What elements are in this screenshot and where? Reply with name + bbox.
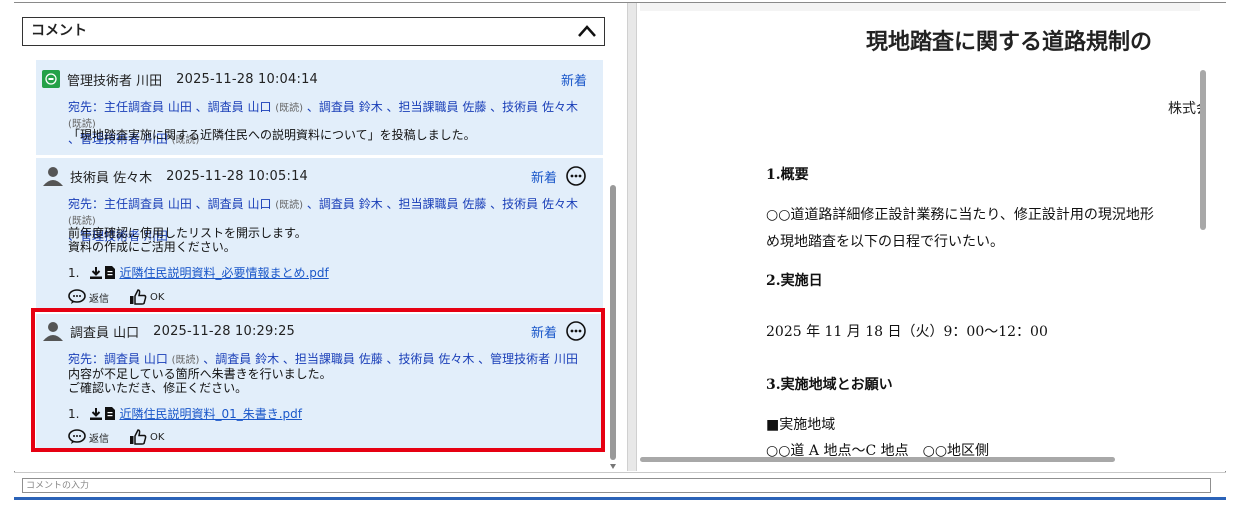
comment-card: 調査員 山口 2025-11-28 10:29:25 新着 宛先：調査員 山口 …: [36, 314, 603, 450]
comment-timestamp: 2025-11-28 10:04:14: [176, 71, 319, 87]
comment-card: 管理技術者 川田 2025-11-28 10:04:14 新着 宛先：主任調査員…: [36, 60, 603, 155]
more-options-icon[interactable]: [565, 320, 587, 342]
chevron-up-icon[interactable]: [576, 22, 598, 40]
comment-header: 技術員 佐々木 2025-11-28 10:05:14 新着: [42, 166, 595, 186]
doc-paragraph: ○○道道路詳細修正設計業務に当たり、修正設計用の現況地形: [766, 207, 1154, 223]
bottom-accent-bar: [14, 497, 1226, 500]
speech-bubble-icon: [68, 429, 86, 444]
user-avatar-icon: [43, 167, 63, 186]
document-title: 現地踏査に関する道路規制の: [866, 29, 1153, 55]
new-badge: 新着: [560, 73, 587, 89]
comment-actions: 返信 OK: [68, 429, 184, 445]
comment-header: 管理技術者 川田 2025-11-28 10:04:14 新着: [42, 69, 595, 89]
file-icon: [105, 407, 116, 420]
viewer-edge: [1205, 3, 1226, 471]
speech-bubble-icon: [68, 289, 86, 304]
download-icon[interactable]: [89, 266, 103, 280]
comment-author: 管理技術者 川田: [67, 73, 163, 89]
recipient-list: 宛先：調査員 山口 (既読) 、調査員 鈴木 、担当課職員 佐藤 、技術員 佐々…: [68, 352, 579, 366]
reply-button[interactable]: 返信: [68, 429, 109, 445]
download-icon[interactable]: [89, 407, 103, 421]
comment-input[interactable]: [22, 478, 1211, 493]
comment-timestamp: 2025-11-28 10:05:14: [166, 168, 309, 184]
attachment-item: 1. 近隣住民説明資料_01_朱書き.pdf: [68, 405, 302, 422]
comment-scrollbar-thumb[interactable]: [610, 185, 616, 460]
comment-body: 内容が不足している箇所へ朱書きを行いました。: [68, 367, 332, 381]
doc-heading: 1.概要: [766, 167, 809, 183]
doc-area-label: ■実施地域: [766, 417, 836, 433]
ok-button[interactable]: OK: [129, 429, 164, 445]
comment-body: 前年度確認に使用したリストを開示します。: [68, 226, 307, 240]
thumbs-up-icon: [130, 429, 147, 445]
document-scrollbar-thumb[interactable]: [1200, 70, 1206, 230]
comment-body: 資料の作成にご活用ください。: [68, 240, 236, 254]
new-badge: 新着: [530, 325, 557, 341]
doc-heading: 3.実施地域とお願い: [766, 377, 893, 393]
comment-author: 調査員 山口: [70, 325, 140, 341]
attachment-link[interactable]: 近隣住民説明資料_必要情報まとめ.pdf: [119, 264, 328, 281]
comment-body: 「現地踏査実施に関する近隣住民への説明資料について」を投稿しました。: [68, 128, 476, 142]
comment-section-header[interactable]: コメント: [22, 17, 605, 46]
comment-timestamp: 2025-11-28 10:29:25: [153, 323, 296, 339]
reply-button[interactable]: 返信: [68, 289, 109, 305]
attachment-item: 1. 近隣住民説明資料_必要情報まとめ.pdf: [68, 264, 329, 281]
doc-paragraph: め現地踏査を以下の日程で行いたい。: [766, 234, 1004, 250]
file-icon: [105, 266, 116, 279]
more-options-icon[interactable]: [565, 165, 587, 187]
thumbs-up-icon: [130, 289, 147, 305]
comment-section-title: コメント: [31, 23, 87, 39]
comment-body: ご確認いただき、修正ください。: [68, 381, 248, 395]
panel-splitter[interactable]: [627, 3, 637, 471]
doc-date: 2025 年 11 月 18 日（火）9：00～12：00: [766, 324, 1048, 340]
manager-avatar-icon: [42, 70, 60, 88]
comment-header: 調査員 山口 2025-11-28 10:29:25 新着: [42, 321, 595, 341]
doc-heading: 2.実施日: [766, 273, 823, 289]
user-avatar-icon: [43, 322, 63, 341]
new-badge: 新着: [530, 170, 557, 186]
comment-author: 技術員 佐々木: [70, 170, 153, 186]
attachment-link[interactable]: 近隣住民説明資料_01_朱書き.pdf: [119, 405, 302, 422]
document-toolbar: [640, 3, 1200, 11]
document-hscrollbar-thumb[interactable]: [640, 457, 1115, 462]
comment-actions: 返信 OK: [68, 289, 184, 305]
comment-card: 技術員 佐々木 2025-11-28 10:05:14 新着 宛先：主任調査員 …: [36, 158, 603, 310]
ok-button[interactable]: OK: [129, 289, 164, 305]
